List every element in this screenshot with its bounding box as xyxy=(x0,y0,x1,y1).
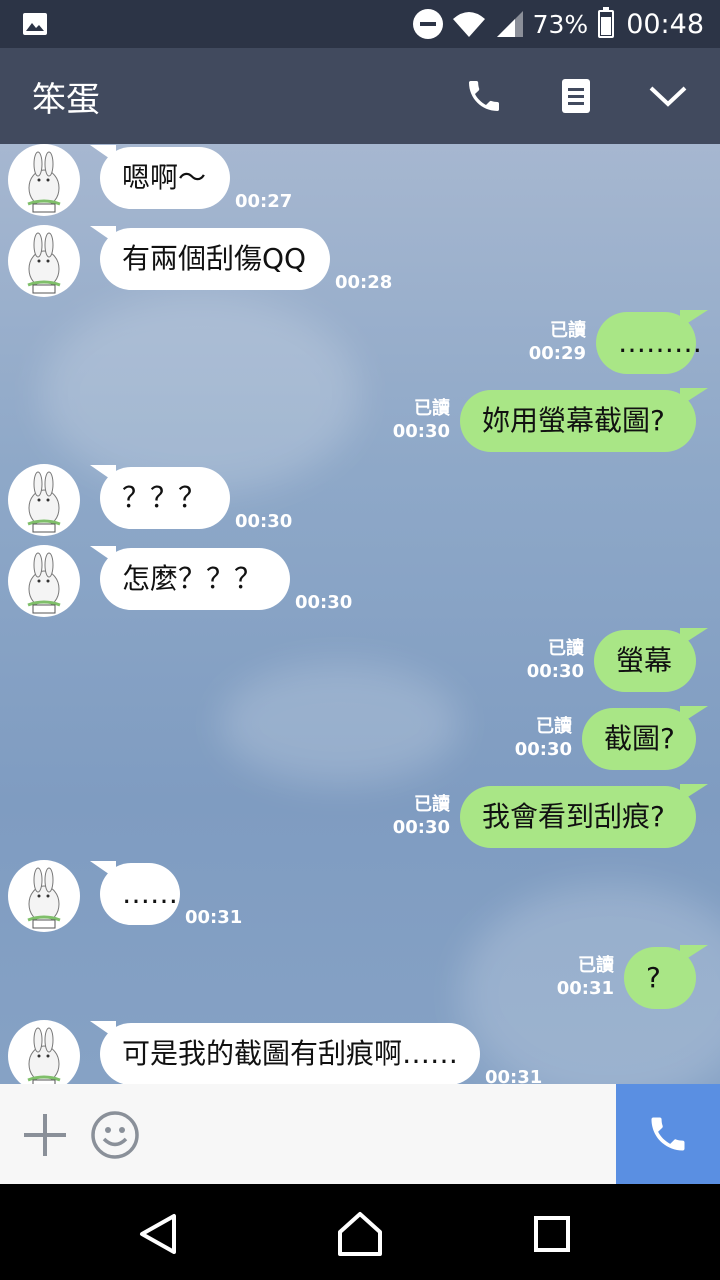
read-receipt: 已讀 xyxy=(548,638,584,659)
avatar[interactable] xyxy=(8,225,80,297)
message-time: 00:30 xyxy=(295,592,353,613)
notes-icon xyxy=(562,79,590,113)
message-time: 00:31 xyxy=(556,978,614,999)
voice-call-button[interactable] xyxy=(616,1084,720,1184)
message-meta: 已讀 00:30 xyxy=(515,715,572,761)
avatar[interactable] xyxy=(8,464,80,536)
gallery-icon xyxy=(23,13,47,35)
message-time: 00:30 xyxy=(514,739,572,760)
wifi-icon xyxy=(452,12,485,37)
message-meta: 已讀 00:31 xyxy=(557,954,614,1000)
message-row: 我會看到刮痕? 已讀 00:30 xyxy=(0,783,720,855)
incoming-message-bubble[interactable]: ？？？ xyxy=(90,465,230,529)
message-row: 可是我的截圖有刮痕啊…… 00:31 xyxy=(0,1020,720,1084)
incoming-message-bubble[interactable]: 有兩個刮傷QQ xyxy=(90,226,330,290)
home-icon[interactable] xyxy=(336,1210,384,1258)
message-meta: 已讀 00:30 xyxy=(527,637,584,683)
message-time: 00:31 xyxy=(485,1067,543,1084)
incoming-message-bubble[interactable]: …… xyxy=(90,861,180,925)
emoji-icon[interactable] xyxy=(90,1110,140,1160)
battery-icon xyxy=(598,7,615,38)
phone-call-button[interactable] xyxy=(458,70,510,122)
chat-header: 笨蛋 xyxy=(0,48,720,144)
message-row: 有兩個刮傷QQ 00:28 xyxy=(0,225,720,297)
back-icon[interactable] xyxy=(136,1212,180,1256)
message-time: 00:30 xyxy=(235,511,293,532)
recent-apps-icon[interactable] xyxy=(534,1216,570,1252)
outgoing-message-bubble[interactable]: ……… xyxy=(596,310,708,374)
outgoing-message-bubble[interactable]: ? xyxy=(624,945,708,1009)
menu-toggle-button[interactable] xyxy=(642,70,694,122)
contact-name[interactable]: 笨蛋 xyxy=(32,72,100,121)
status-bar: 73% 00:48 xyxy=(0,0,720,48)
battery-percent: 73% xyxy=(532,9,589,39)
message-time: 00:29 xyxy=(528,343,586,364)
message-row: …… 00:31 xyxy=(0,860,720,932)
message-row: 妳用螢幕截圖? 已讀 00:30 xyxy=(0,387,720,459)
message-time: 00:30 xyxy=(392,421,450,442)
notes-button[interactable] xyxy=(550,70,602,122)
message-time: 00:28 xyxy=(335,272,393,293)
read-receipt: 已讀 xyxy=(414,398,450,419)
signal-icon xyxy=(496,11,523,37)
message-meta: 已讀 00:29 xyxy=(529,319,586,365)
outgoing-message-bubble[interactable]: 螢幕 xyxy=(594,628,708,692)
message-row: 嗯啊～ 00:27 xyxy=(0,144,720,216)
message-row: 怎麼？？？ 00:30 xyxy=(0,545,720,617)
read-receipt: 已讀 xyxy=(536,716,572,737)
message-time: 00:31 xyxy=(185,907,243,928)
chevron-down-icon xyxy=(649,86,687,107)
incoming-message-bubble[interactable]: 可是我的截圖有刮痕啊…… xyxy=(90,1021,480,1084)
incoming-message-bubble[interactable]: 怎麼？？？ xyxy=(90,546,290,610)
outgoing-message-bubble[interactable]: 妳用螢幕截圖? xyxy=(460,388,708,452)
clock: 00:48 xyxy=(626,8,704,40)
message-row: ? 已讀 00:31 xyxy=(0,944,720,1016)
outgoing-message-bubble[interactable]: 截圖? xyxy=(582,706,708,770)
do-not-disturb-icon xyxy=(412,9,443,39)
message-row: 螢幕 已讀 00:30 xyxy=(0,627,720,699)
message-time: 00:30 xyxy=(526,661,584,682)
avatar[interactable] xyxy=(8,545,80,617)
avatar[interactable] xyxy=(8,860,80,932)
message-row: ？？？ 00:30 xyxy=(0,464,720,536)
read-receipt: 已讀 xyxy=(414,794,450,815)
message-time: 00:30 xyxy=(392,817,450,838)
message-row: ……… 已讀 00:29 xyxy=(0,309,720,381)
read-receipt: 已讀 xyxy=(578,955,614,976)
voice-call-icon xyxy=(651,1117,685,1151)
phone-icon xyxy=(469,81,499,111)
input-bar xyxy=(0,1084,720,1184)
plus-icon[interactable] xyxy=(20,1110,70,1160)
incoming-message-bubble[interactable]: 嗯啊～ xyxy=(90,145,230,209)
chat-area[interactable]: 嗯啊～ 00:27 有兩個刮傷QQ 00:28……… 已讀 00:29 妳用螢幕截圖? 已讀 0… xyxy=(0,144,720,1084)
message-time: 00:27 xyxy=(235,191,293,212)
outgoing-message-bubble[interactable]: 我會看到刮痕? xyxy=(460,784,708,848)
avatar[interactable] xyxy=(8,144,80,216)
message-meta: 已讀 00:30 xyxy=(393,793,450,839)
message-row: 截圖? 已讀 00:30 xyxy=(0,705,720,777)
read-receipt: 已讀 xyxy=(550,320,586,341)
navigation-bar xyxy=(0,1184,720,1280)
message-meta: 已讀 00:30 xyxy=(393,397,450,443)
avatar[interactable] xyxy=(8,1020,80,1084)
